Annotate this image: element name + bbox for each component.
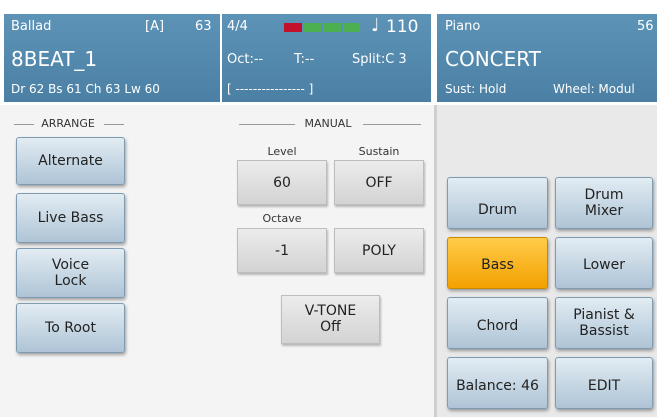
arrange-rule-right [104,124,124,125]
voice-panel[interactable]: Piano 56 CONCERT Sust: Hold Wheel: Modul [437,14,657,102]
arrange-rule-left [14,124,34,125]
drum-mixer-label-2: Mixer [584,203,624,219]
drum-label: Drum [477,201,518,218]
wheel-status: Wheel: Modul [553,82,635,96]
vtone-value: Off [320,318,341,335]
to-root-label: To Root [45,319,96,336]
level-value-field[interactable]: 60 [237,160,327,205]
pane-divider [434,105,437,417]
to-root-button[interactable]: To Root [16,303,125,353]
pianist-bassist-button[interactable]: Pianist & Bassist [555,297,653,349]
pianist-label-2: Bassist [579,323,629,339]
octave-value-field[interactable]: -1 [237,228,327,273]
drum-mixer-label-1: Drum [584,186,624,203]
chord-label: Chord [476,317,519,334]
octave-value: -1 [275,242,289,259]
vtone-button[interactable]: V-TONE Off [281,295,380,344]
level-label: Level [267,145,297,158]
chord-button[interactable]: Chord [447,297,548,349]
transpose-status: T:-- [294,52,315,67]
voice-category: Piano [445,19,481,34]
beat-3 [323,23,341,32]
style-name: 8BEAT_1 [11,47,98,71]
style-variation: [A] [145,19,165,34]
vtone-label: V-TONE [304,303,357,320]
style-category: Ballad [11,19,52,34]
note-icon: ♩ [371,15,380,36]
balance-label: Balance: 46 [456,377,539,394]
voice-lock-label: Voice Lock [51,256,90,289]
voice-lock-button[interactable]: Voice Lock [16,248,125,298]
time-signature: 4/4 [227,19,248,34]
balance-button[interactable]: Balance: 46 [447,357,548,409]
drum-button[interactable]: Drum [447,177,548,229]
edit-label: EDIT [587,377,621,394]
bass-label: Bass [481,256,514,273]
lower-button[interactable]: Lower [555,237,653,289]
voice-number: 56 [637,19,654,34]
bass-button[interactable]: Bass [447,237,548,289]
status-panel: 4/4 ♩ 110 Oct:-- T:-- Split:C 3 [ ------… [222,14,431,102]
edit-button[interactable]: EDIT [555,357,653,409]
octave-label: Octave [262,212,302,225]
voice-name: CONCERT [445,47,541,71]
beat-2 [303,23,321,32]
sustain-value: OFF [365,174,393,191]
live-bass-button[interactable]: Live Bass [16,193,125,243]
level-value: 60 [273,174,291,191]
style-number: 63 [195,19,212,34]
poly-button[interactable]: POLY [334,228,424,273]
split-status: Split:C 3 [352,52,407,67]
tempo-value: 110 [386,17,419,37]
poly-value: POLY [362,242,396,259]
arrange-label: ARRANGE [41,117,95,130]
sustain-status: Sust: Hold [445,82,507,96]
chord-display: [ ---------------- ] [227,82,314,96]
live-bass-label: Live Bass [37,209,104,226]
sustain-value-field[interactable]: OFF [334,160,424,205]
beat-4 [342,23,360,32]
drum-mixer-button[interactable]: Drum Mixer [555,177,653,229]
manual-label: MANUAL [304,117,352,130]
manual-rule-left [239,124,295,125]
alternate-button[interactable]: Alternate [16,137,125,185]
manual-rule-right [363,124,421,125]
style-channels: Dr 62 Bs 61 Ch 63 Lw 60 [11,82,160,96]
octave-status: Oct:-- [227,52,264,67]
alternate-label: Alternate [38,152,103,169]
sustain-label: Sustain [358,145,400,158]
style-panel[interactable]: Ballad [A] 63 8BEAT_1 Dr 62 Bs 61 Ch 63 … [4,14,220,102]
pianist-label-1: Pianist & [573,306,635,323]
beat-1 [284,23,302,32]
lower-label: Lower [583,256,625,273]
beat-indicator [284,23,360,32]
